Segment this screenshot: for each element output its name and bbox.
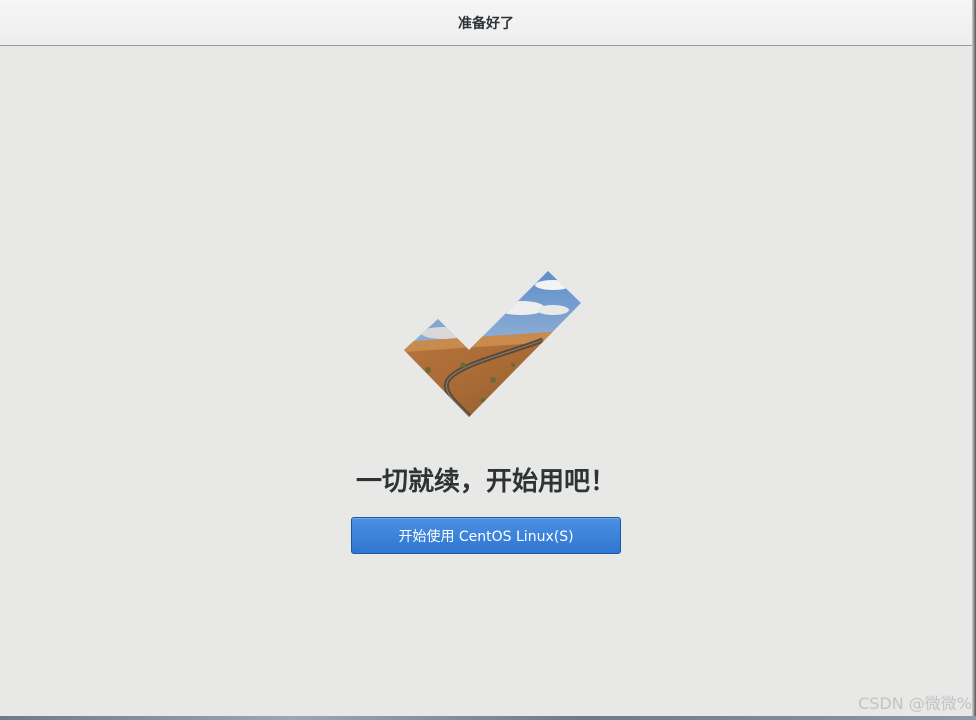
header-bar: 准备好了 <box>0 0 972 46</box>
window-bottom-edge <box>0 716 976 720</box>
ready-heading: 一切就续，开始用吧！ <box>355 467 616 497</box>
window-right-edge <box>972 0 976 720</box>
window-title: 准备好了 <box>458 15 514 32</box>
start-using-button[interactable]: 开始使用 CentOS Linux(S) <box>351 517 621 554</box>
watermark-text: CSDN @微微% <box>858 694 972 713</box>
checkmark-icon <box>404 271 581 417</box>
